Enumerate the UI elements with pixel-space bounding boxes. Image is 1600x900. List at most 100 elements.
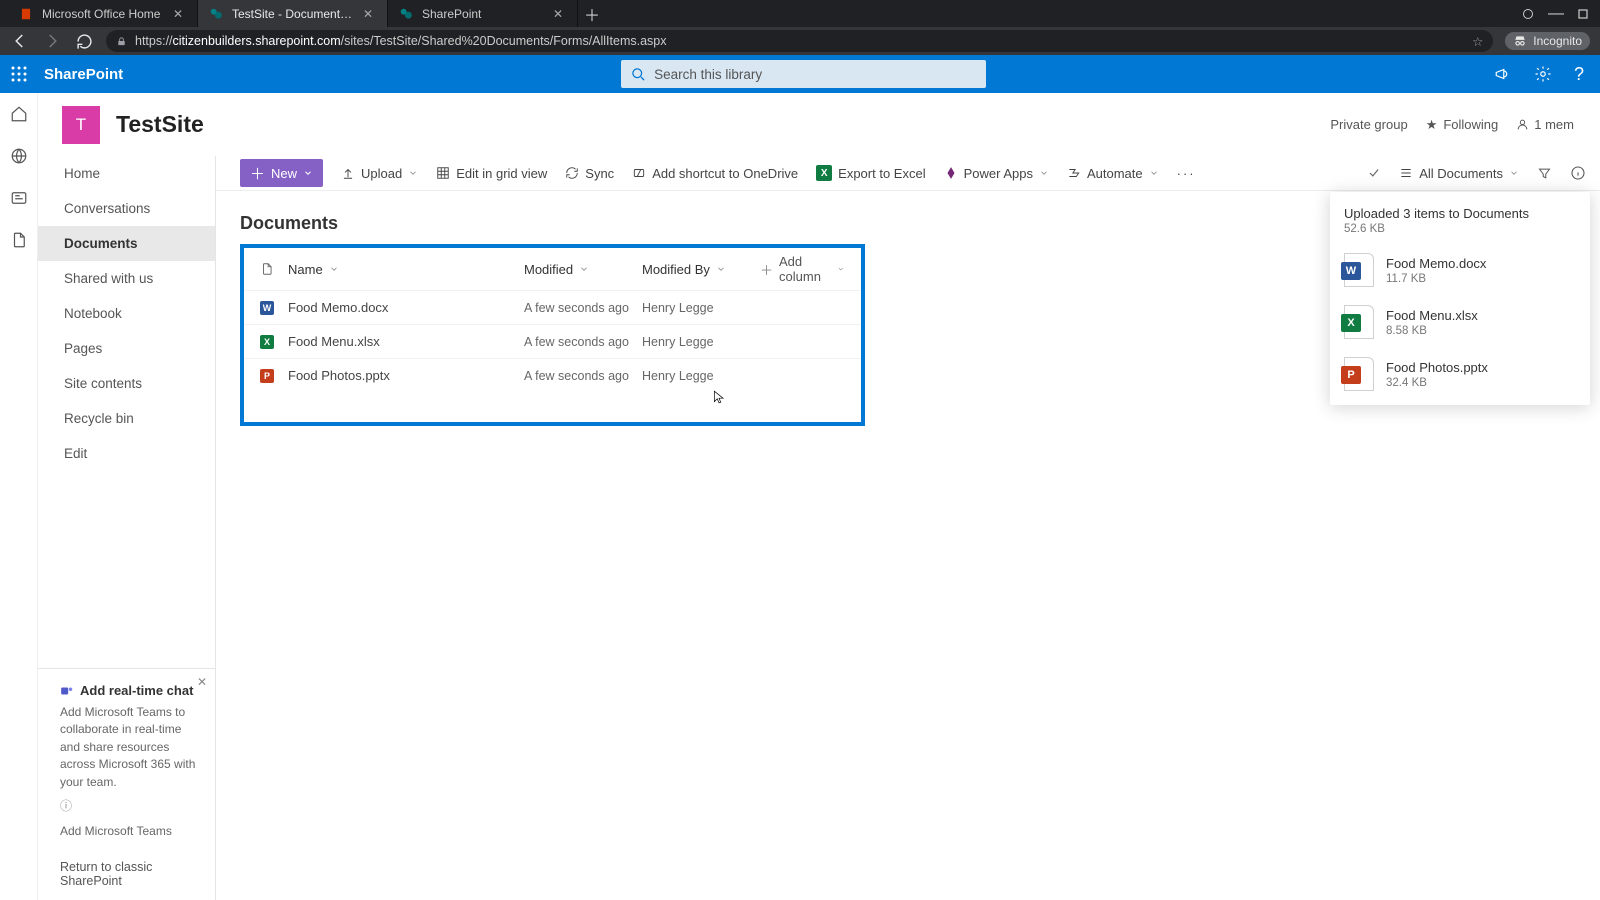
sharepoint-icon <box>208 6 224 22</box>
file-type-icon: P <box>260 369 274 383</box>
table-header: Name Modified Modified By ＋Add column <box>244 248 861 290</box>
document-table-selection: Name Modified Modified By ＋Add column WF… <box>240 244 865 426</box>
upload-button[interactable]: Upload <box>341 166 418 181</box>
view-switcher[interactable]: All Documents <box>1399 166 1519 181</box>
powerapps-icon <box>944 166 958 180</box>
info-icon[interactable]: ⓘ <box>60 797 203 814</box>
chevron-down-icon <box>1509 168 1519 178</box>
list-icon <box>1399 166 1413 180</box>
close-icon[interactable]: ✕ <box>553 7 567 21</box>
browser-tab[interactable]: Microsoft Office Home ✕ <box>8 0 198 27</box>
toast-file-name: Food Photos.pptx <box>1386 360 1488 375</box>
table-row[interactable]: P Food Photos.pptx A few seconds ago Henry … <box>244 358 861 392</box>
table-row[interactable]: XFood Menu.xlsxA few seconds agoHenry Le… <box>244 324 861 358</box>
star-filled-icon: ★ <box>1426 117 1438 133</box>
teams-icon <box>60 684 74 698</box>
toast-total-size: 52.6 KB <box>1344 223 1576 235</box>
privacy-label: Private group <box>1330 117 1407 132</box>
minimize-icon[interactable]: — <box>1548 5 1564 23</box>
browser-tab-strip: Microsoft Office Home ✕ TestSite - Docum… <box>0 0 1600 27</box>
new-button[interactable]: ＋ New <box>240 159 323 187</box>
cast-icon[interactable] <box>1522 8 1534 20</box>
more-button[interactable]: ··· <box>1177 166 1196 181</box>
chevron-down-icon <box>1149 168 1159 178</box>
return-classic-link[interactable]: Return to classic SharePoint <box>38 848 215 900</box>
leftnav-item[interactable]: Pages <box>38 331 215 366</box>
modified-by-cell[interactable]: Henry Legge <box>642 335 714 349</box>
shortcut-button[interactable]: Add shortcut to OneDrive <box>632 166 798 181</box>
modified-by-cell[interactable]: Henry Legge <box>642 369 714 383</box>
toast-item: PFood Photos.pptx32.4 KB <box>1344 357 1576 391</box>
export-excel-button[interactable]: X Export to Excel <box>816 165 925 181</box>
close-icon[interactable]: ✕ <box>363 7 377 21</box>
toast-item: WFood Memo.docx11.7 KB <box>1344 253 1576 287</box>
check-icon[interactable] <box>1367 166 1381 180</box>
file-name[interactable]: Food Memo.docx <box>288 300 388 315</box>
browser-tab[interactable]: TestSite - Documents - All Docu… ✕ <box>198 0 388 27</box>
modified-by-cell[interactable]: Henry Legge <box>642 301 714 315</box>
column-header-type[interactable] <box>260 261 288 277</box>
leftnav-item[interactable]: Documents <box>38 226 215 261</box>
file-name[interactable]: Food Menu.xlsx <box>288 334 380 349</box>
news-icon[interactable] <box>10 189 28 207</box>
add-column-button[interactable]: ＋Add column <box>760 254 845 284</box>
upload-toast: Uploaded 3 items to Documents 52.6 KB WF… <box>1330 192 1590 405</box>
add-teams-link[interactable]: Add Microsoft Teams <box>60 824 203 838</box>
globe-icon[interactable] <box>10 147 28 165</box>
modified-cell: A few seconds ago <box>524 369 629 383</box>
app-launcher-button[interactable] <box>0 55 38 93</box>
help-icon[interactable]: ? <box>1574 64 1584 85</box>
toast-title: Uploaded 3 items to Documents <box>1344 206 1576 221</box>
forward-icon[interactable] <box>42 31 62 51</box>
toast-file-size: 11.7 KB <box>1386 273 1486 285</box>
members-button[interactable]: 1 mem <box>1516 117 1574 132</box>
filter-icon[interactable] <box>1537 166 1552 181</box>
site-title[interactable]: TestSite <box>116 111 204 138</box>
onedrive-shortcut-icon <box>632 166 646 180</box>
grid-icon <box>436 166 450 180</box>
automate-button[interactable]: Automate <box>1067 166 1159 181</box>
star-icon[interactable]: ☆ <box>1472 34 1483 49</box>
file-type-icon: P <box>1344 357 1374 391</box>
close-icon[interactable]: ✕ <box>173 7 187 21</box>
leftnav-item[interactable]: Shared with us <box>38 261 215 296</box>
search-input[interactable]: Search this library <box>621 60 986 88</box>
chevron-down-icon <box>329 264 339 274</box>
leftnav-item[interactable]: Notebook <box>38 296 215 331</box>
reload-icon[interactable] <box>74 31 94 51</box>
chevron-down-icon <box>579 264 589 274</box>
url-input[interactable]: https://citizenbuilders.sharepoint.com/s… <box>106 30 1493 52</box>
new-tab-button[interactable]: ＋ <box>578 0 606 27</box>
column-header-name[interactable]: Name <box>288 262 524 277</box>
app-name[interactable]: SharePoint <box>38 66 129 83</box>
chevron-down-icon <box>303 168 313 178</box>
maximize-icon[interactable] <box>1578 9 1588 19</box>
command-bar: ＋ New Upload Edit in grid view <box>216 156 1600 191</box>
column-header-modified-by[interactable]: Modified By <box>642 262 760 277</box>
home-icon[interactable] <box>10 105 28 123</box>
table-row[interactable]: WFood Memo.docxA few seconds agoHenry Le… <box>244 290 861 324</box>
leftnav-item[interactable]: Site contents <box>38 366 215 401</box>
gear-icon[interactable] <box>1534 65 1552 83</box>
megaphone-icon[interactable] <box>1494 65 1512 83</box>
file-name[interactable]: Food Photos.pptx <box>288 368 390 383</box>
person-icon <box>1516 118 1529 131</box>
power-apps-button[interactable]: Power Apps <box>944 166 1049 181</box>
file-type-icon: X <box>1344 305 1374 339</box>
info-icon[interactable] <box>1570 165 1586 181</box>
close-icon[interactable]: ✕ <box>197 675 207 689</box>
edit-grid-button[interactable]: Edit in grid view <box>436 166 547 181</box>
browser-tab[interactable]: SharePoint ✕ <box>388 0 578 27</box>
site-logo[interactable]: T <box>62 106 100 144</box>
sync-button[interactable]: Sync <box>565 166 614 181</box>
column-header-modified[interactable]: Modified <box>524 262 642 277</box>
leftnav-item[interactable]: Conversations <box>38 191 215 226</box>
incognito-badge[interactable]: Incognito <box>1505 32 1590 50</box>
following-button[interactable]: ★ Following <box>1426 117 1499 133</box>
leftnav-item[interactable]: Recycle bin <box>38 401 215 436</box>
files-icon[interactable] <box>10 231 28 249</box>
leftnav-item[interactable]: Home <box>38 156 215 191</box>
back-icon[interactable] <box>10 31 30 51</box>
leftnav-item[interactable]: Edit <box>38 436 215 471</box>
waffle-icon <box>11 66 27 82</box>
